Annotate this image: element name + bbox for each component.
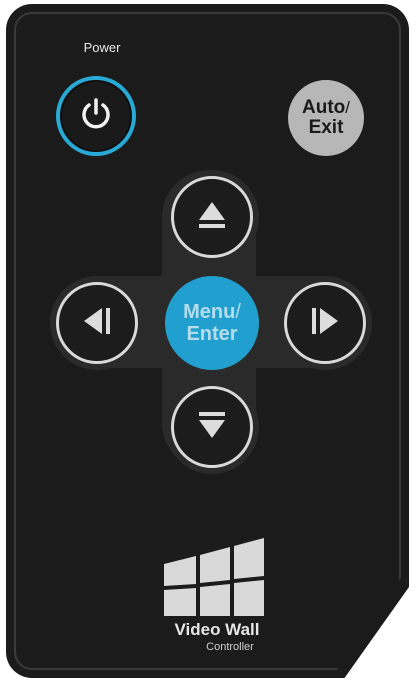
right-button[interactable] (284, 282, 366, 364)
video-wall-grid-logo (160, 520, 270, 620)
down-button[interactable] (171, 386, 253, 468)
left-button[interactable] (56, 282, 138, 364)
menu-label: Menu (183, 301, 236, 323)
auto-exit-button[interactable]: Auto/ Exit (288, 80, 364, 156)
brand-subtitle: Controller (206, 641, 254, 653)
auto-label: Auto (302, 97, 346, 118)
power-button[interactable] (56, 76, 136, 156)
menu-slash: / (235, 301, 241, 323)
skip-right-icon (305, 301, 345, 346)
exit-label: Exit (308, 117, 344, 138)
brand-title: Video Wall (174, 620, 260, 639)
menu-enter-button[interactable]: Menu/ Enter (165, 276, 259, 370)
enter-label: Enter (186, 323, 238, 345)
eject-up-icon (192, 195, 232, 240)
power-icon (78, 96, 114, 137)
skip-left-icon (77, 301, 117, 346)
eject-down-icon (192, 405, 232, 450)
up-button[interactable] (171, 176, 253, 258)
power-label: Power (83, 40, 121, 55)
auto-slash: / (345, 98, 350, 117)
